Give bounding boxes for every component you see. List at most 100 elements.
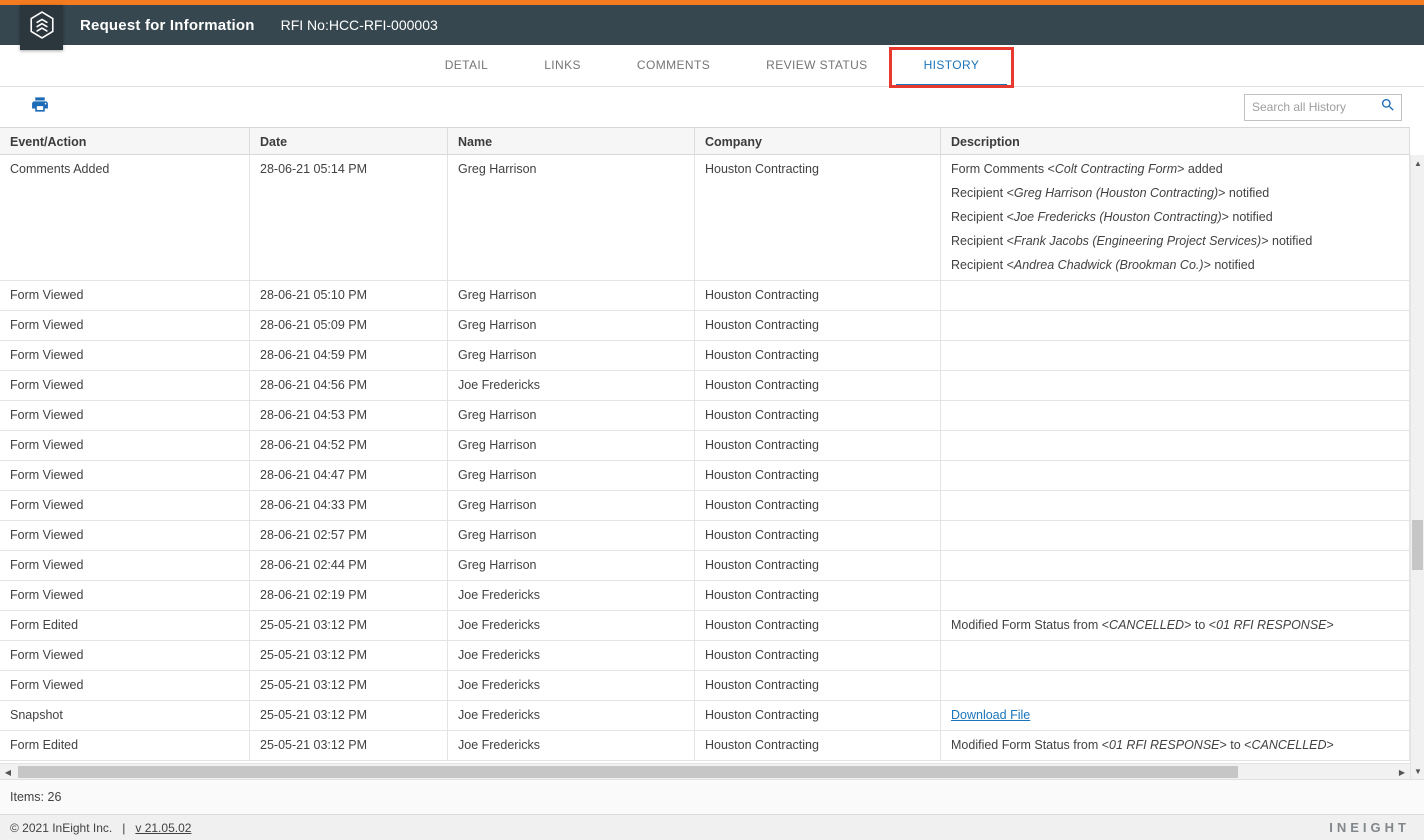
tab-review-status[interactable]: REVIEW STATUS [738, 45, 895, 86]
cell-date: 28-06-21 02:57 PM [250, 521, 448, 550]
cell-company: Houston Contracting [695, 281, 941, 310]
cell-event-action: Form Edited [0, 731, 250, 760]
scroll-right-arrow-icon[interactable]: ▶ [1395, 765, 1409, 779]
search-input[interactable] [1245, 100, 1375, 114]
app-footer: © 2021 InEight Inc. | v 21.05.02 INEIGHT [0, 814, 1424, 840]
tab-bar: DETAIL LINKS COMMENTS REVIEW STATUS HIST… [0, 45, 1424, 87]
scroll-up-arrow-icon[interactable]: ▲ [1411, 156, 1424, 170]
table-row: Comments Added 28-06-21 05:14 PM Greg Ha… [0, 155, 1410, 281]
cell-company: Houston Contracting [695, 551, 941, 580]
table-row: Form Viewed 25-05-21 03:12 PM Joe Freder… [0, 641, 1410, 671]
cell-name: Joe Fredericks [448, 611, 695, 640]
cell-name: Greg Harrison [448, 491, 695, 520]
cell-name: Joe Fredericks [448, 671, 695, 700]
tab-comments[interactable]: COMMENTS [609, 45, 738, 86]
table-row: Form Viewed 28-06-21 05:09 PM Greg Harri… [0, 311, 1410, 341]
cell-company: Houston Contracting [695, 491, 941, 520]
history-table: Event/Action Date Name Company Descripti… [0, 127, 1424, 779]
cell-event-action: Form Viewed [0, 581, 250, 610]
vertical-scrollbar-thumb[interactable] [1412, 520, 1423, 570]
cell-company: Houston Contracting [695, 401, 941, 430]
cell-name: Greg Harrison [448, 311, 695, 340]
scroll-down-arrow-icon[interactable]: ▼ [1411, 764, 1424, 778]
cell-description [941, 461, 1410, 490]
table-row: Form Viewed 28-06-21 02:19 PM Joe Freder… [0, 581, 1410, 611]
cell-name: Greg Harrison [448, 341, 695, 370]
cell-name: Joe Fredericks [448, 581, 695, 610]
cell-date: 28-06-21 05:09 PM [250, 311, 448, 340]
horizontal-scrollbar[interactable]: ◀ ▶ [0, 763, 1410, 779]
items-count: Items: 26 [10, 790, 61, 804]
app-logo[interactable] [20, 5, 63, 50]
history-toolbar [0, 87, 1424, 127]
items-count-bar: Items: 26 [0, 779, 1424, 814]
cell-name: Greg Harrison [448, 155, 695, 280]
cell-event-action: Form Viewed [0, 341, 250, 370]
cell-company: Houston Contracting [695, 371, 941, 400]
tab-detail[interactable]: DETAIL [417, 45, 517, 86]
search-button[interactable] [1375, 95, 1401, 120]
tab-label: HISTORY [924, 58, 980, 72]
cell-event-action: Form Edited [0, 611, 250, 640]
cell-event-action: Form Viewed [0, 551, 250, 580]
cell-description [941, 491, 1410, 520]
cell-company: Houston Contracting [695, 671, 941, 700]
cell-name: Greg Harrison [448, 401, 695, 430]
cell-event-action: Form Viewed [0, 371, 250, 400]
cell-date: 25-05-21 03:12 PM [250, 731, 448, 760]
cell-name: Joe Fredericks [448, 641, 695, 670]
horizontal-scrollbar-thumb[interactable] [18, 766, 1238, 778]
cell-date: 28-06-21 05:14 PM [250, 155, 448, 280]
cell-name: Joe Fredericks [448, 371, 695, 400]
table-row: Snapshot 25-05-21 03:12 PM Joe Frederick… [0, 701, 1410, 731]
download-file-link[interactable]: Download File [951, 708, 1030, 722]
cell-description [941, 521, 1410, 550]
cell-date: 28-06-21 04:59 PM [250, 341, 448, 370]
cell-date: 28-06-21 04:47 PM [250, 461, 448, 490]
table-row: Form Viewed 28-06-21 05:10 PM Greg Harri… [0, 281, 1410, 311]
tab-label: LINKS [544, 58, 581, 72]
tab-links[interactable]: LINKS [516, 45, 609, 86]
cell-name: Greg Harrison [448, 431, 695, 460]
print-button[interactable] [28, 95, 52, 119]
cell-description [941, 401, 1410, 430]
table-row: Form Viewed 28-06-21 04:56 PM Joe Freder… [0, 371, 1410, 401]
table-row: Form Viewed 28-06-21 04:53 PM Greg Harri… [0, 401, 1410, 431]
rfi-number: RFI No:HCC-RFI-000003 [281, 17, 438, 33]
table-row: Form Viewed 28-06-21 04:59 PM Greg Harri… [0, 341, 1410, 371]
footer-separator: | [122, 821, 125, 835]
cell-date: 28-06-21 04:33 PM [250, 491, 448, 520]
scroll-left-arrow-icon[interactable]: ◀ [1, 765, 15, 779]
cell-description [941, 581, 1410, 610]
cell-event-action: Comments Added [0, 155, 250, 280]
cell-event-action: Form Viewed [0, 431, 250, 460]
cell-description: Modified Form Status from <CANCELLED> to… [941, 611, 1410, 640]
cell-company: Houston Contracting [695, 311, 941, 340]
table-body: Comments Added 28-06-21 05:14 PM Greg Ha… [0, 155, 1410, 761]
tab-label: COMMENTS [637, 58, 710, 72]
cell-name: Greg Harrison [448, 521, 695, 550]
cell-event-action: Form Viewed [0, 491, 250, 520]
cell-event-action: Form Viewed [0, 641, 250, 670]
ineight-wordmark: INEIGHT [1329, 820, 1410, 835]
table-row: Form Viewed 25-05-21 03:12 PM Joe Freder… [0, 671, 1410, 701]
cell-event-action: Form Viewed [0, 281, 250, 310]
cell-date: 28-06-21 05:10 PM [250, 281, 448, 310]
cell-description [941, 431, 1410, 460]
cell-name: Greg Harrison [448, 551, 695, 580]
column-header-name: Name [448, 128, 695, 154]
cell-company: Houston Contracting [695, 701, 941, 730]
app-header: Request for Information RFI No:HCC-RFI-0… [0, 5, 1424, 45]
table-row: Form Edited 25-05-21 03:12 PM Joe Freder… [0, 611, 1410, 641]
search-icon [1380, 97, 1396, 118]
cell-description [941, 311, 1410, 340]
cell-event-action: Form Viewed [0, 671, 250, 700]
tab-history[interactable]: HISTORY [896, 45, 1008, 86]
table-header-row: Event/Action Date Name Company Descripti… [0, 127, 1410, 155]
vertical-scrollbar[interactable]: ▲ ▼ [1410, 155, 1424, 779]
version-link[interactable]: v 21.05.02 [135, 821, 191, 835]
cell-name: Joe Fredericks [448, 731, 695, 760]
cell-event-action: Form Viewed [0, 311, 250, 340]
cell-description: Form Comments <Colt Contracting Form> ad… [941, 155, 1410, 280]
table-row: Form Viewed 28-06-21 04:47 PM Greg Harri… [0, 461, 1410, 491]
